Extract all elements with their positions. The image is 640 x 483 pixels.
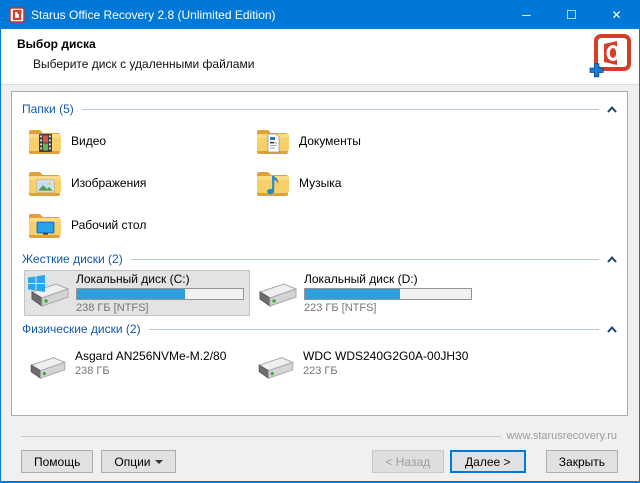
title-bar[interactable]: Starus Office Recovery 2.8 (Unlimited Ed… [1,1,639,29]
documents-folder-icon [257,130,289,154]
folder-label: Изображения [71,176,147,190]
section-divider [130,258,599,260]
section-divider [81,108,599,110]
options-button-label: Опции [114,454,151,469]
physical-disk-size: 238 ГБ [75,365,110,377]
music-folder-icon [257,172,289,196]
physical-disk-size: 223 ГБ [303,365,338,377]
options-button[interactable]: Опции [101,450,177,473]
disk-list-panel: Папки (5) Видео Документы Изображения Му… [11,91,628,416]
next-button[interactable]: Далее > [449,450,526,473]
physical-disk-item-1[interactable]: Asgard AN256NVMe-M.2/80 238 ГБ [24,340,250,386]
folder-item-pictures[interactable]: Изображения [24,162,252,204]
section-divider [148,328,599,330]
disk-usage-fill [77,289,185,299]
folder-item-video[interactable]: Видео [24,120,252,162]
app-window: Starus Office Recovery 2.8 (Unlimited Ed… [0,0,640,483]
video-folder-icon [29,130,61,154]
button-bar: Помощь Опции < Назад Далее > Закрыть [21,450,618,473]
disk-item-d[interactable]: Локальный диск (D:) 223 ГБ [NTFS] [252,270,478,316]
drive-icon [259,283,297,307]
physical-disk-title: WDC WDS240G2G0A-00JH30 [303,349,469,363]
help-button[interactable]: Помощь [21,450,94,473]
minimize-button[interactable]: ─ [504,1,549,29]
section-folders-header[interactable]: Папки (5) [22,102,617,116]
footer-divider [21,435,501,437]
folder-label: Рабочий стол [71,218,147,232]
back-button[interactable]: < Назад [371,450,444,473]
close-wizard-button[interactable]: Закрыть [545,450,618,473]
folders-grid: Видео Документы Изображения Музыка Рабоч… [24,120,617,246]
drive-icon [258,357,294,379]
physical-disk-item-2[interactable]: WDC WDS240G2G0A-00JH30 223 ГБ [252,340,478,386]
pictures-folder-icon [29,172,61,196]
collapse-chevron-icon[interactable] [607,256,617,263]
disk-size: 223 ГБ [NTFS] [304,302,377,314]
disk-usage-bar [304,288,472,300]
collapse-chevron-icon[interactable] [607,106,617,113]
section-physical-disks-header[interactable]: Физические диски (2) [22,322,617,336]
disk-item-c[interactable]: Локальный диск (C:) 238 ГБ [NTFS] [24,270,250,316]
physical-disk-title: Asgard AN256NVMe-M.2/80 [75,349,227,363]
section-physical-disks-label: Физические диски (2) [22,322,141,336]
caret-down-icon [155,459,164,464]
windows-logo-icon [28,275,45,292]
physical-disks-grid: Asgard AN256NVMe-M.2/80 238 ГБ WDC WDS24… [24,340,617,386]
disk-usage-fill [305,289,400,299]
folder-item-documents[interactable]: Документы [252,120,480,162]
folder-item-music[interactable]: Музыка [252,162,480,204]
folder-item-desktop[interactable]: Рабочий стол [24,204,252,246]
disk-size: 238 ГБ [NTFS] [76,302,149,314]
folder-label: Видео [71,134,107,148]
folder-label: Документы [299,134,361,148]
footer-link-row: www.starusrecovery.ru [21,430,617,442]
office-recovery-logo-icon [589,34,631,78]
desktop-folder-icon [29,214,61,238]
page-title: Выбор диска [17,37,96,51]
disk-title: Локальный диск (C:) [76,272,190,286]
window-title: Starus Office Recovery 2.8 (Unlimited Ed… [31,8,276,22]
section-hard-disks-label: Жесткие диски (2) [22,252,123,266]
wizard-header: Выбор диска Выберите диск с удаленными ф… [1,29,639,85]
disk-usage-bar [76,288,244,300]
section-folders-label: Папки (5) [22,102,74,116]
collapse-chevron-icon[interactable] [607,326,617,333]
folder-label: Музыка [299,176,342,190]
close-button[interactable]: ✕ [594,1,639,29]
disk-title: Локальный диск (D:) [304,272,418,286]
website-link[interactable]: www.starusrecovery.ru [507,430,617,442]
maximize-button[interactable]: ☐ [549,1,594,29]
wizard-body: Папки (5) Видео Документы Изображения Му… [1,85,639,481]
app-icon [9,7,25,23]
drive-icon [30,357,66,379]
section-hard-disks-header[interactable]: Жесткие диски (2) [22,252,617,266]
page-subtitle: Выберите диск с удаленными файлами [33,57,255,71]
hard-disks-grid: Локальный диск (C:) 238 ГБ [NTFS] Локаль… [24,270,617,316]
